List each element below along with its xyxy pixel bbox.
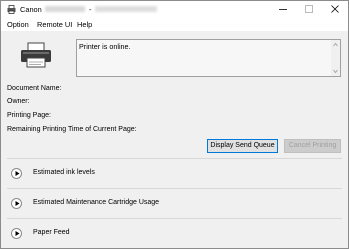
title-separator: - <box>89 5 92 14</box>
close-icon <box>331 5 339 13</box>
printer-model-redacted <box>45 6 85 12</box>
section-label: Estimated ink levels <box>33 169 95 176</box>
window-title: Canon <box>20 5 42 14</box>
status-message-box: Printer is online. <box>76 39 341 77</box>
expand-button[interactable] <box>11 228 22 239</box>
document-name-label: Document Name: <box>7 85 62 92</box>
play-arrow-icon <box>15 171 20 176</box>
port-name-redacted <box>95 6 157 12</box>
printer-app-icon <box>7 5 16 14</box>
expand-button[interactable] <box>11 168 22 179</box>
owner-label: Owner: <box>7 98 30 105</box>
status-message: Printer is online. <box>79 42 131 51</box>
status-scrollbar[interactable] <box>331 40 340 76</box>
cancel-printing-button[interactable]: Cancel Printing <box>284 139 341 153</box>
maximize-button[interactable] <box>296 1 322 18</box>
minimize-button[interactable] <box>270 1 296 18</box>
section-divider <box>7 188 342 189</box>
title-bar[interactable]: Canon - <box>1 1 348 18</box>
printer-status-window: Canon - Option Remote UI Help Printer is… <box>0 0 349 249</box>
section-estimated-ink-levels[interactable]: Estimated ink levels <box>7 165 342 183</box>
main-panel: Printer is online. Document Name: Owner:… <box>1 31 348 248</box>
section-label: Paper Feed <box>33 229 70 236</box>
menu-help[interactable]: Help <box>77 20 92 29</box>
remaining-time-label: Remaining Printing Time of Current Page: <box>7 126 137 133</box>
expand-button[interactable] <box>11 198 22 209</box>
printing-page-label: Printing Page: <box>7 112 51 119</box>
close-button[interactable] <box>322 1 348 18</box>
play-arrow-icon <box>15 231 20 236</box>
section-paper-feed[interactable]: Paper Feed <box>7 225 342 243</box>
play-arrow-icon <box>15 201 20 206</box>
menu-bar: Option Remote UI Help <box>1 18 348 31</box>
section-maintenance-cartridge-usage[interactable]: Estimated Maintenance Cartridge Usage <box>7 195 342 213</box>
display-send-queue-button[interactable]: Display Send Queue <box>207 139 278 153</box>
menu-remote-ui[interactable]: Remote UI <box>37 20 72 29</box>
menu-option[interactable]: Option <box>7 20 29 29</box>
printer-icon <box>21 42 51 68</box>
section-label: Estimated Maintenance Cartridge Usage <box>33 199 160 206</box>
section-divider <box>7 218 342 219</box>
section-divider <box>7 158 342 159</box>
maximize-icon <box>305 5 313 13</box>
